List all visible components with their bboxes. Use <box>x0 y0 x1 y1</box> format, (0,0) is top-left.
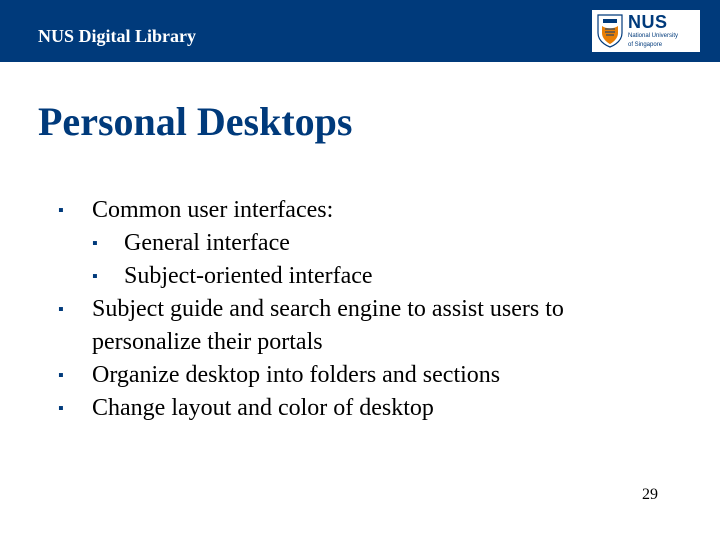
crest-icon <box>596 13 624 49</box>
logo-word: NUS <box>628 13 678 31</box>
bullet-text: Organize desktop into folders and sectio… <box>92 359 500 392</box>
bullet-text: General interface <box>124 227 290 260</box>
bullet-3: ▪ Organize desktop into folders and sect… <box>58 359 670 392</box>
bullet-text: Common user interfaces: <box>92 194 333 227</box>
page-number: 29 <box>642 486 658 504</box>
bullet-icon: ▪ <box>58 392 92 425</box>
logo-text: NUS National University of Singapore <box>628 13 678 48</box>
bullet-icon: ▪ <box>58 359 92 392</box>
bullet-text: Subject guide and search engine to assis… <box>92 293 670 359</box>
bullet-icon: ▪ <box>92 260 124 293</box>
slide-title: Personal Desktops <box>38 98 352 145</box>
logo-subtitle-1: National University <box>628 33 678 40</box>
logo-subtitle-2: of Singapore <box>628 42 678 49</box>
bullet-text: Change layout and color of desktop <box>92 392 434 425</box>
bullet-4: ▪ Change layout and color of desktop <box>58 392 670 425</box>
bullet-icon: ▪ <box>92 227 124 260</box>
bullet-icon: ▪ <box>58 293 92 326</box>
logo: NUS National University of Singapore <box>592 10 700 52</box>
slide: NUS Digital Library NUS National Univers… <box>0 0 720 540</box>
bullet-1: ▪ Common user interfaces: <box>58 194 670 227</box>
header-bar: NUS Digital Library NUS National Univers… <box>0 0 720 62</box>
header-title: NUS Digital Library <box>38 26 196 47</box>
bullet-2: ▪ Subject guide and search engine to ass… <box>58 293 670 359</box>
bullet-1b: ▪ Subject-oriented interface <box>92 260 670 293</box>
slide-body: ▪ Common user interfaces: ▪ General inte… <box>58 194 670 425</box>
bullet-1a: ▪ General interface <box>92 227 670 260</box>
bullet-text: Subject-oriented interface <box>124 260 373 293</box>
bullet-icon: ▪ <box>58 194 92 227</box>
